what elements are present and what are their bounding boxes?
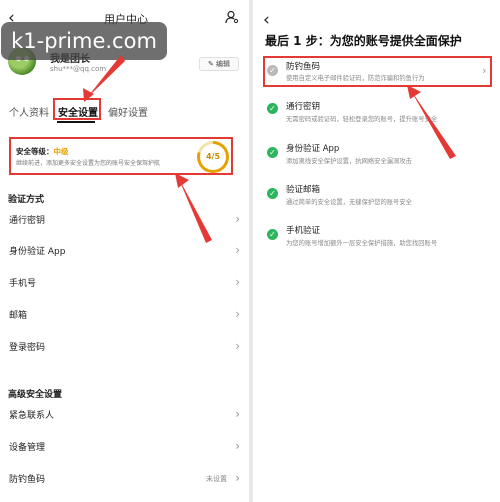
user-center-panel: ‹ 用户中心 我是团长 shu***@qq.com ✎ 编辑 个人资料 安全设置… [0,0,249,502]
row-label: 身份验证 App [9,247,66,257]
check-icon: ✓ [267,103,278,114]
check-icon: ✓ [267,147,278,158]
edit-profile-button[interactable]: ✎ 编辑 [199,57,239,71]
item-desc: 为您的账号增加额外一层安全保护措施，助您找回账号 [286,240,438,247]
row-authenticator-app[interactable]: 身份验证 App › [0,243,249,275]
security-level-desc: 继续前进，添加更多安全设置为您的账号安全保驾护航 [16,160,161,167]
row-passkey[interactable]: 通行密钥 › [0,212,249,244]
final-step-title: 最后 1 步：为您的账号提供全面保护 [265,34,462,48]
security-score-ring: 4/5 [197,141,229,173]
active-tab-underline [57,121,95,123]
row-label: 通行密钥 [9,216,46,226]
tab-personal-info[interactable]: 个人资料 [9,104,49,119]
chevron-right-icon: › [235,439,240,453]
row-login-password[interactable]: 登录密码 › [0,339,249,371]
row-label: 防钓鱼码 [9,475,46,485]
item-desc: 通过简单的安全设置，无缝保护您的账号安全 [286,199,412,206]
row-device-management[interactable]: 设备管理 › [0,439,249,471]
item-desc: 使用自定义电子邮件验证码，防范诈骗和钓鱼行为 [286,75,425,82]
security-level-label: 安全等级： [16,147,54,156]
email-text: shu***@qq.com [50,65,107,73]
final-step-panel: ‹ 最后 1 步：为您的账号提供全面保护 ✓ 防钓鱼码 使用自定义电子邮件验证码… [253,0,500,502]
row-emergency-contact[interactable]: 紧急联系人 › [0,407,249,439]
row-label: 紧急联系人 [9,411,55,421]
back-arrow-icon[interactable]: ‹ [263,12,270,29]
security-level-text: 安全等级：中级 [16,146,69,157]
row-label: 设备管理 [9,443,46,453]
item-desc: 添加离线安全保护设置，抗网络安全漏洞攻击 [286,158,412,165]
row-label: 手机号 [9,279,37,289]
chevron-right-icon: › [235,243,240,257]
edit-label: 编辑 [216,60,231,68]
chevron-right-icon: › [235,407,240,421]
pending-check-icon: ✓ [267,65,278,76]
chevron-right-icon: › [235,339,240,353]
chevron-right-icon: › [235,212,240,226]
row-label: 登录密码 [9,343,46,353]
tab-preferences[interactable]: 偏好设置 [108,104,148,119]
watermark-banner: k1-prime.com [1,22,167,60]
check-icon: ✓ [267,188,278,199]
row-anti-phishing-code[interactable]: 防钓鱼码 未设置 › [0,471,249,502]
user-settings-icon[interactable] [225,9,239,28]
row-email[interactable]: 邮箱 › [0,307,249,339]
item-label: 通行密钥 [286,102,321,112]
row-value: 未设置 [206,475,227,483]
row-label: 邮箱 [9,311,28,321]
check-icon: ✓ [267,229,278,240]
security-level-value: 中级 [53,147,69,156]
chevron-right-icon: › [235,307,240,321]
item-label: 手机验证 [286,226,321,236]
item-desc: 无需密码或验证码，轻松登录您的账号，提升账号安全 [286,116,438,123]
edit-icon: ✎ [207,60,214,68]
chevron-right-icon: › [235,275,240,289]
verify-methods-heading: 验证方式 [8,195,45,205]
tab-highlight-box [53,98,101,120]
item-label: 身份验证 App [286,144,340,154]
item-label[interactable]: 防钓鱼码 [286,60,320,72]
item-label: 验证邮箱 [286,185,321,195]
chevron-right-icon[interactable]: › [482,64,486,77]
chevron-right-icon: › [235,471,240,485]
row-phone[interactable]: 手机号 › [0,275,249,307]
advanced-security-heading: 高级安全设置 [8,390,63,400]
security-score: 4/5 [200,144,226,170]
